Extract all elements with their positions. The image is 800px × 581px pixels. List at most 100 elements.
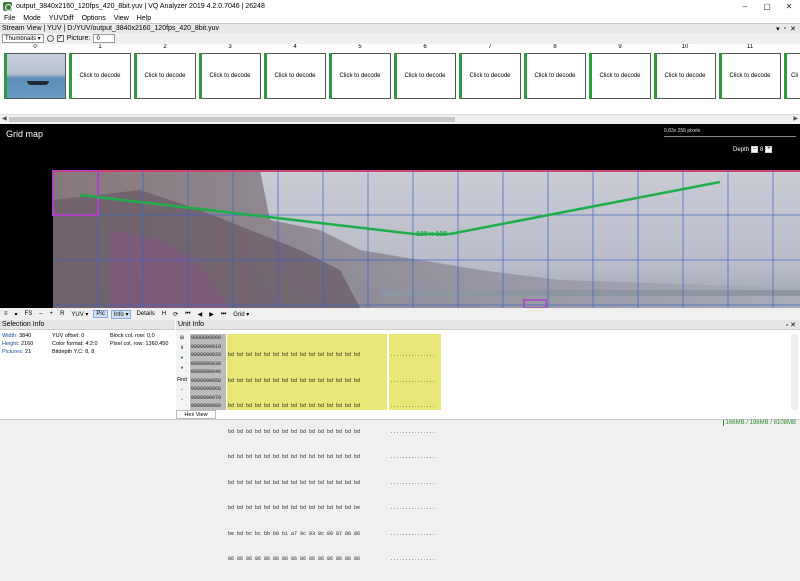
yuv-select[interactable]: YUV ▾ (69, 311, 90, 318)
thumbnail-1[interactable]: 1 Click to decode (69, 44, 131, 100)
thumbnail-11[interactable]: 11 Click to decode (719, 44, 781, 100)
zoom-ruler (664, 136, 796, 137)
status-bar: 166MB / 198MB / 8108MB (0, 419, 800, 427)
add-icon[interactable]: ● (178, 354, 186, 361)
find-label[interactable]: Find (177, 376, 187, 383)
menu-file[interactable]: File (0, 15, 19, 22)
thumbnail-7[interactable]: 7 Click to decode (459, 44, 521, 100)
fullscreen-button[interactable]: FS (23, 311, 35, 317)
video-frame[interactable]: 128 x 128 (0, 170, 800, 308)
address: 0000000040 (191, 369, 222, 375)
panel-menu-button[interactable]: ▾ (776, 25, 780, 33)
grid-select[interactable]: Grid ▾ (231, 311, 251, 318)
hex-scrollbar[interactable] (791, 334, 798, 410)
thumbnail-2[interactable]: 2 Click to decode (134, 44, 196, 100)
hex-bytes-column[interactable]: bd bd bd bd bd bd bd bd bd bd bd bd bd b… (227, 334, 387, 562)
pic-button[interactable]: Pic (93, 310, 108, 318)
menu-icon[interactable]: ≡ (2, 311, 10, 317)
thumbnail-image (7, 54, 65, 98)
thumbnail-8[interactable]: 8 Click to decode (524, 44, 586, 100)
find-next-icon[interactable]: ▫ (178, 386, 186, 393)
pictures-row: Pictures: 21 (2, 349, 32, 355)
scroll-right-icon[interactable]: ▶ (793, 115, 798, 122)
thumbnail-number: 8 (553, 44, 557, 50)
zoom-out-button[interactable]: – (37, 311, 44, 317)
click-to-decode: Click to decode (589, 53, 651, 99)
click-to-decode: Click to decode (719, 53, 781, 99)
thumbnail-number: 10 (681, 44, 689, 50)
zoom-in-button[interactable]: + (48, 311, 56, 317)
ascii-row: ............... (390, 377, 436, 384)
depth-increase-button[interactable]: + (765, 146, 773, 153)
thumbnail-9[interactable]: 9 Click to decode (589, 44, 651, 100)
pictures-checkbox[interactable]: ✓ (56, 35, 64, 42)
h-button[interactable]: H (160, 311, 168, 317)
thumbnail-12[interactable]: Cli (784, 44, 800, 100)
play-icon[interactable]: ▶ (207, 311, 216, 318)
reset-button[interactable]: R (58, 311, 66, 317)
thumbnail-10[interactable]: 10 Click to decode (654, 44, 716, 100)
panel-close-button[interactable]: ✕ (790, 25, 796, 33)
decoded-indicator (784, 53, 787, 99)
picture-spinbox[interactable]: 0 (93, 34, 116, 43)
menu-view[interactable]: View (110, 15, 133, 22)
refresh-icon[interactable] (46, 35, 54, 42)
address: 0000000050 (191, 377, 222, 384)
view-mode-select[interactable]: Thumbnails ▾ (2, 34, 44, 43)
scroll-left-icon[interactable]: ◀ (2, 115, 7, 122)
title-bar: output_3840x2160_120fps_420_8bit.yuv | V… (0, 0, 800, 13)
panel-controls[interactable]: ▫ ✕ (786, 321, 796, 329)
info-icon[interactable]: ii (178, 344, 186, 351)
panel-float-button[interactable]: ▫ (784, 25, 786, 33)
prev-frame-icon[interactable]: ◀ (196, 311, 205, 318)
ascii-row: ............... (390, 403, 436, 409)
thumbnail-number: 2 (163, 44, 167, 50)
thumbnail-3[interactable]: 3 Click to decode (199, 44, 261, 100)
menu-mode[interactable]: Mode (19, 15, 45, 22)
menu-options[interactable]: Options (78, 15, 110, 22)
details-button[interactable]: Details (134, 311, 156, 317)
menu-yuvdiff[interactable]: YUVDiff (45, 15, 78, 22)
thumbnail-scrollbar[interactable]: ◀ ▶ (0, 114, 800, 123)
hex-view-tab[interactable]: Hex View (176, 410, 216, 419)
zoom-readout: 0.83x 256 pixels (664, 128, 701, 134)
selection-info-header: Selection Info (0, 320, 175, 330)
stream-view-header: Stream View | YUV | D:/YUV/output_3840x2… (0, 23, 800, 33)
find-prev-icon[interactable]: ▫ (178, 396, 186, 403)
decoded-indicator (69, 53, 72, 99)
stream-toolbar: Thumbnails ▾ ✓ Picture: 0 (0, 33, 800, 44)
last-frame-icon[interactable]: ⏭ (219, 311, 228, 318)
thumbnail-5[interactable]: 5 Click to decode (329, 44, 391, 100)
decoded-indicator (134, 53, 137, 99)
menu-help[interactable]: Help (133, 15, 155, 22)
selection-info-panel: Width: 3840 Height: 2160 Pictures: 21 YU… (0, 330, 175, 419)
minimize-button[interactable]: – (734, 0, 756, 13)
depth-decrease-button[interactable]: – (751, 146, 759, 153)
block-col-row: Block col, row: 0,0 (110, 333, 155, 339)
expand-icon[interactable]: ⊞ (178, 334, 186, 341)
add-icon-2[interactable]: ● (178, 364, 186, 371)
pixel-col-row: Pixel col, row: 1360,450 (110, 341, 169, 347)
thumbnail-number: 5 (358, 44, 362, 50)
thumbnail-4[interactable]: 4 Click to decode (264, 44, 326, 100)
first-frame-icon[interactable]: ⏮ (183, 311, 192, 318)
maximize-button[interactable]: ▢ (756, 0, 778, 13)
memory-usage: 166MB / 198MB / 8108MB (722, 420, 796, 426)
thumbnail-0[interactable]: 0 (4, 44, 66, 100)
decoded-indicator (329, 53, 332, 99)
close-button[interactable]: ✕ (778, 0, 800, 13)
unit-info-header: Unit Info ▫ ✕ (176, 320, 800, 330)
loop-icon[interactable]: ⟳ (171, 311, 180, 318)
ascii-column[interactable]: ............... ............... ........… (389, 334, 441, 562)
height-row: Height: 2160 (2, 341, 34, 347)
click-to-decode: Click to decode (329, 53, 391, 99)
ascii-row: ............... (390, 352, 436, 358)
thumbnail-number: 7 (488, 44, 492, 50)
decoded-indicator (199, 53, 202, 99)
bottom-panels: Selection Info Unit Info ▫ ✕ Width: 3840… (0, 320, 800, 562)
thumbnail-6[interactable]: 6 Click to decode (394, 44, 456, 100)
scrollbar-thumb[interactable] (9, 117, 455, 122)
info-select[interactable]: Info ▾ (110, 309, 132, 319)
dropdown-icon[interactable]: ▾ (13, 311, 20, 318)
thumbnail-number: 1 (98, 44, 102, 50)
